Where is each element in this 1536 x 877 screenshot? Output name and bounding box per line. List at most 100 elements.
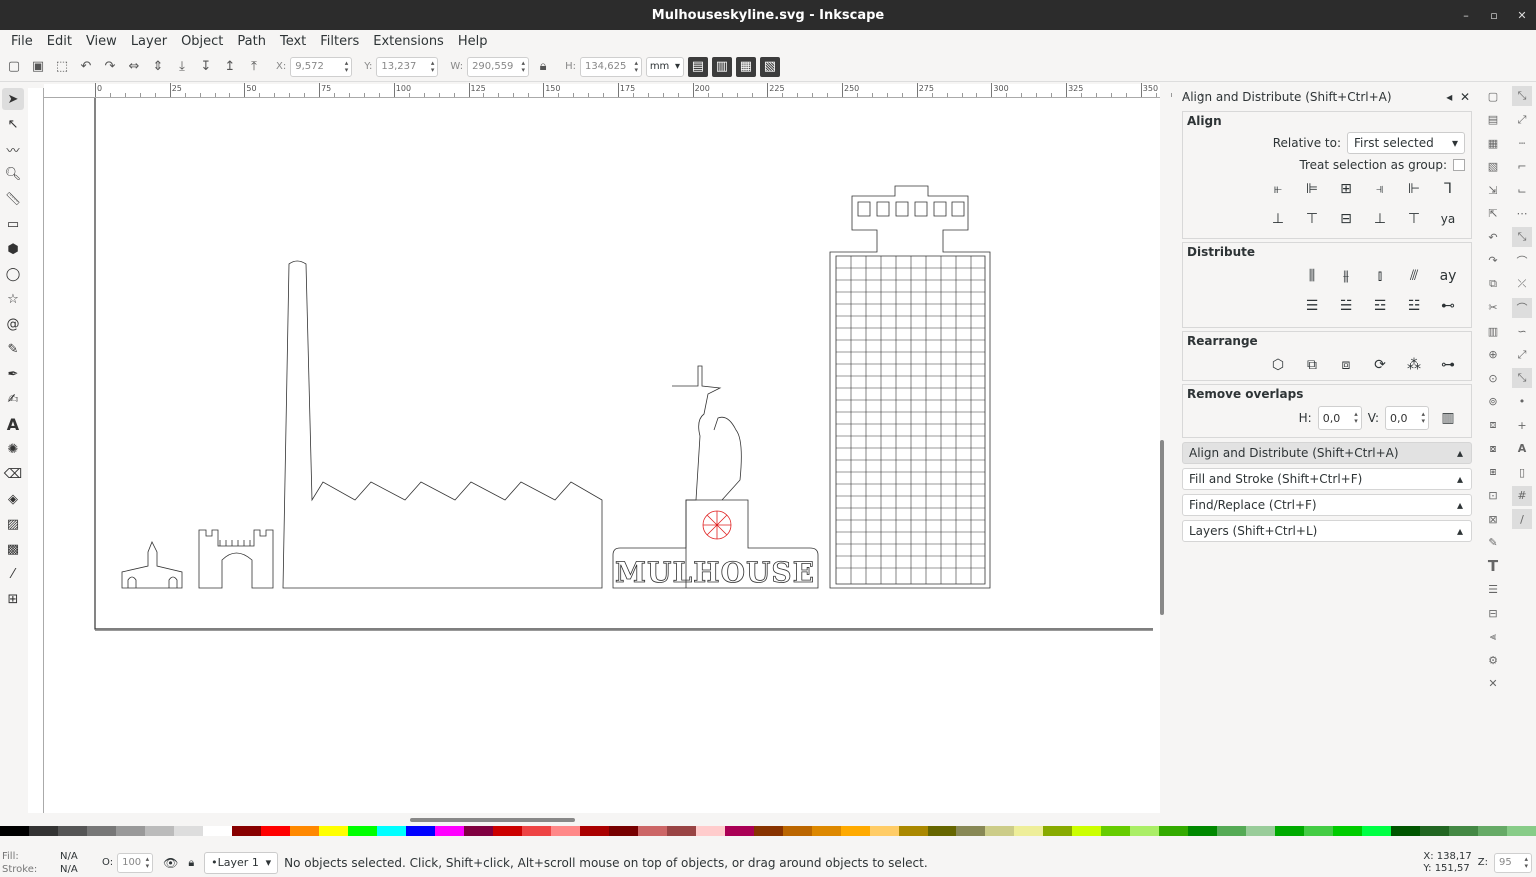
center-horizontal-axis-icon[interactable]: ⊟: [1333, 206, 1359, 232]
align-baseline-icon[interactable]: Ꞁ: [1435, 176, 1461, 202]
exchange-order-icon[interactable]: ⧉: [1299, 352, 1325, 378]
snap-bbox-midpoint-icon[interactable]: ⌙: [1512, 180, 1532, 200]
dock-fill-stroke[interactable]: Fill and Stroke (Shift+Ctrl+F) ▴: [1182, 468, 1472, 490]
raise-to-top-icon[interactable]: ⤒: [244, 57, 264, 77]
snap-midpoint-icon[interactable]: ⤢: [1512, 345, 1532, 365]
align-distribute-icon[interactable]: ⫷: [1483, 627, 1503, 647]
relative-to-select[interactable]: First selected ▾: [1347, 132, 1465, 154]
exchange-z-order-icon[interactable]: ⧈: [1333, 352, 1359, 378]
snap-bbox-edge-icon[interactable]: ┄: [1512, 133, 1532, 153]
treat-as-group-checkbox[interactable]: [1453, 159, 1465, 171]
rectangle-tool-icon[interactable]: ▭: [2, 213, 24, 235]
distribute-right-icon[interactable]: ☳: [1401, 293, 1427, 319]
h-input[interactable]: 134,625 ▴ ▾: [579, 56, 642, 77]
distribute-top-icon[interactable]: ⫼: [1299, 263, 1325, 289]
palette-swatch[interactable]: [666, 826, 696, 836]
palette-swatch[interactable]: [724, 826, 754, 836]
palette-swatch[interactable]: [115, 826, 145, 836]
palette-swatch[interactable]: [579, 826, 609, 836]
snap-center-icon[interactable]: •: [1512, 392, 1532, 412]
select-all-layers-icon[interactable]: ▣: [28, 57, 48, 77]
align-top-edges-icon[interactable]: ⊤: [1299, 206, 1325, 232]
unlink-clone-icon[interactable]: ⧆: [1483, 462, 1503, 482]
palette-swatch[interactable]: [753, 826, 783, 836]
w-input[interactable]: 290,559 ▴ ▾: [467, 56, 530, 77]
palette-swatch[interactable]: [869, 826, 899, 836]
graph-layout-icon[interactable]: ⬡: [1265, 352, 1291, 378]
close-icon[interactable]: ✕: [1508, 9, 1536, 22]
snap-intersection-icon[interactable]: ⤫: [1512, 274, 1532, 294]
distribute-baseline-icon[interactable]: ay: [1435, 263, 1461, 289]
snap-grid-icon[interactable]: #: [1512, 485, 1532, 506]
palette-swatch[interactable]: [927, 826, 957, 836]
palette-swatch[interactable]: [637, 826, 667, 836]
cut-icon[interactable]: ✂: [1483, 298, 1503, 318]
preferences-icon[interactable]: ⚙: [1483, 650, 1503, 670]
x-input[interactable]: 9,572 ▴ ▾: [290, 56, 353, 77]
palette-swatch[interactable]: [1101, 826, 1131, 836]
palette-swatch[interactable]: [1478, 826, 1508, 836]
current-layer-select[interactable]: •Layer 1 ▾: [204, 851, 279, 874]
star-tool-icon[interactable]: ☆: [2, 288, 24, 310]
unclump-icon[interactable]: ⊶: [1435, 352, 1461, 378]
menu-view[interactable]: View: [79, 34, 124, 49]
palette-swatch[interactable]: [1246, 826, 1276, 836]
palette-swatch[interactable]: [1275, 826, 1305, 836]
palette-swatch[interactable]: [608, 826, 638, 836]
align-right-edges-icon[interactable]: ⫣: [1367, 176, 1393, 202]
rotate-ccw-icon[interactable]: ↶: [76, 57, 96, 77]
scale-stroke-icon[interactable]: ▤: [687, 56, 708, 77]
snap-page-icon[interactable]: ▯: [1512, 462, 1532, 482]
palette-swatch[interactable]: [86, 826, 116, 836]
move-gradients-icon[interactable]: ▦: [735, 56, 756, 77]
ungroup-icon[interactable]: ⊠: [1483, 509, 1503, 529]
snap-others-icon[interactable]: ⤡: [1512, 368, 1532, 388]
palette-swatch[interactable]: [1072, 826, 1102, 836]
palette-swatch[interactable]: [956, 826, 986, 836]
palette-swatch[interactable]: [1333, 826, 1363, 836]
spiral-tool-icon[interactable]: @: [2, 313, 24, 335]
export-icon[interactable]: ⇱: [1483, 204, 1503, 224]
paste-icon[interactable]: ▥: [1483, 321, 1503, 341]
palette-swatch[interactable]: [492, 826, 522, 836]
pen-tool-icon[interactable]: ✒: [2, 363, 24, 385]
align-left-to-right-icon[interactable]: ⊩: [1401, 176, 1427, 202]
copy-icon[interactable]: ⧉: [1483, 274, 1503, 294]
palette-swatch[interactable]: [289, 826, 319, 836]
exchange-clockwise-icon[interactable]: ⟳: [1367, 352, 1393, 378]
fill-stroke-icon[interactable]: ✎: [1483, 533, 1503, 553]
palette-swatch[interactable]: [1217, 826, 1247, 836]
zoom-input[interactable]: 95 ▴ ▾: [1494, 852, 1532, 873]
palette-swatch[interactable]: [1304, 826, 1334, 836]
document-properties-icon[interactable]: ✕: [1483, 674, 1503, 694]
paint-bucket-tool-icon[interactable]: ◈: [2, 488, 24, 510]
snap-path-icon[interactable]: ⌒: [1512, 251, 1532, 271]
palette-swatch[interactable]: [434, 826, 464, 836]
gradient-tool-icon[interactable]: ▨: [2, 513, 24, 535]
xml-editor-icon[interactable]: ⊟: [1483, 603, 1503, 623]
palette-swatch[interactable]: [985, 826, 1015, 836]
palette-swatch[interactable]: [1507, 826, 1536, 836]
ellipse-tool-icon[interactable]: ◯: [2, 263, 24, 285]
snap-cusp-icon[interactable]: ⌒: [1512, 297, 1532, 318]
palette-swatch[interactable]: [28, 826, 58, 836]
duplicate-icon[interactable]: ⧈: [1483, 415, 1503, 435]
mesh-tool-icon[interactable]: ▩: [2, 538, 24, 560]
distribute-bottom-icon[interactable]: ⫻: [1401, 263, 1427, 289]
open-icon[interactable]: ▤: [1483, 110, 1503, 130]
palette-swatch[interactable]: [1420, 826, 1450, 836]
layer-visibility-icon[interactable]: 👁︎: [163, 856, 178, 870]
menu-object[interactable]: Object: [174, 34, 230, 49]
text-font-icon[interactable]: T: [1483, 556, 1503, 576]
align-top-to-bottom-icon[interactable]: ⊤: [1401, 206, 1427, 232]
zoom-selection-icon[interactable]: ⊕: [1483, 345, 1503, 365]
flip-horizontal-icon[interactable]: ⇔: [124, 57, 144, 77]
node-tool-icon[interactable]: ↖: [2, 113, 24, 135]
palette-swatch[interactable]: [840, 826, 870, 836]
new-document-icon[interactable]: ▢: [1483, 86, 1503, 106]
menu-help[interactable]: Help: [451, 34, 495, 49]
align-bottom-edges-icon[interactable]: ⊥: [1367, 206, 1393, 232]
select-all-icon[interactable]: ▢: [4, 57, 24, 77]
panel-close-icon[interactable]: ✕: [1460, 90, 1470, 104]
layer-lock-icon[interactable]: 🔒︎: [188, 856, 194, 870]
